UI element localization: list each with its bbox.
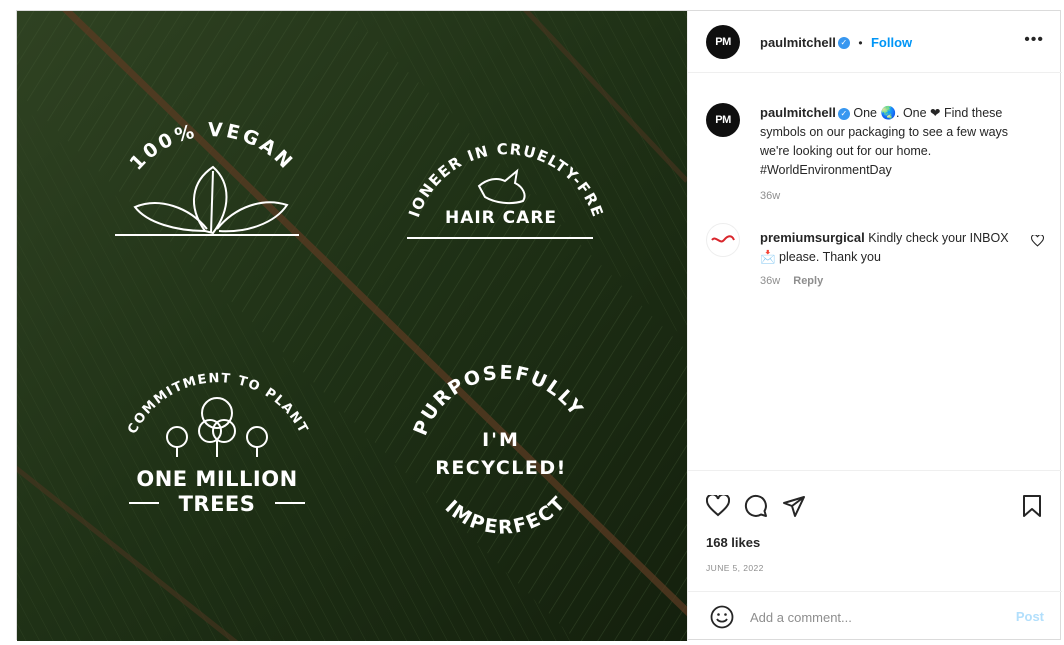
action-bar: 168 likes JUNE 5, 2022 xyxy=(688,471,1062,591)
author-username[interactable]: paulmitchell xyxy=(760,35,836,50)
cruelty-main-text: HAIR CARE xyxy=(445,208,557,228)
header-line: paulmitchell ✓ • Follow xyxy=(760,34,912,52)
comment-input[interactable] xyxy=(750,606,990,628)
emoji-icon[interactable] xyxy=(710,605,734,629)
save-icon[interactable] xyxy=(1022,494,1042,518)
post-side-panel: PM paulmitchell ✓ • Follow ••• PM paulmit… xyxy=(687,11,1062,641)
comment-time: 36w xyxy=(760,275,781,287)
caption: paulmitchell ✓ One 🌏. One ❤ Find these sy… xyxy=(760,103,1040,202)
add-comment-bar: Post xyxy=(688,591,1062,641)
more-icon[interactable]: ••• xyxy=(1024,31,1044,49)
post-header: PM paulmitchell ✓ • Follow ••• xyxy=(688,11,1062,73)
separator-dot: • xyxy=(858,36,863,50)
brand-logo-icon xyxy=(711,235,735,243)
leaf-background: 100% VEGAN PIONEER IN CRUELTY-FREE xyxy=(17,11,687,641)
trees-line2-text: TREES xyxy=(179,492,256,516)
post-image[interactable]: 100% VEGAN PIONEER IN CRUELTY-FREE xyxy=(17,11,687,641)
likes-count[interactable]: 168 likes xyxy=(706,535,760,550)
caption-username[interactable]: paulmitchell xyxy=(760,105,836,120)
recycled-line2-text: RECYCLED! xyxy=(435,457,567,479)
recycled-line1-text: I'M xyxy=(482,429,520,451)
comment-icon[interactable] xyxy=(744,494,768,518)
comments-list: PM paulmitchell ✓ One 🌏. One ❤ Find these… xyxy=(688,73,1062,471)
commenter-avatar[interactable] xyxy=(706,223,740,257)
commenter-username[interactable]: premiumsurgical xyxy=(760,230,865,245)
verified-icon: ✓ xyxy=(837,107,850,120)
verified-icon: ✓ xyxy=(837,36,850,49)
post-card: 100% VEGAN PIONEER IN CRUELTY-FREE xyxy=(16,10,1062,641)
caption-line1: One 🌏. One ❤ xyxy=(853,106,941,120)
author-avatar[interactable]: PM xyxy=(706,25,740,59)
caption-time: 36w xyxy=(760,190,781,202)
follow-button[interactable]: Follow xyxy=(871,35,912,50)
share-icon[interactable] xyxy=(782,494,806,518)
comment-item: premiumsurgical Kindly check your INBOX … xyxy=(760,228,1020,287)
like-icon[interactable] xyxy=(706,495,730,517)
trees-line1-text: ONE MILLION xyxy=(136,467,297,491)
reply-button[interactable]: Reply xyxy=(793,275,823,287)
post-date: JUNE 5, 2022 xyxy=(706,563,764,573)
comment-like-icon[interactable] xyxy=(1031,235,1044,247)
caption-avatar[interactable]: PM xyxy=(706,103,740,137)
post-comment-button[interactable]: Post xyxy=(1016,609,1044,624)
